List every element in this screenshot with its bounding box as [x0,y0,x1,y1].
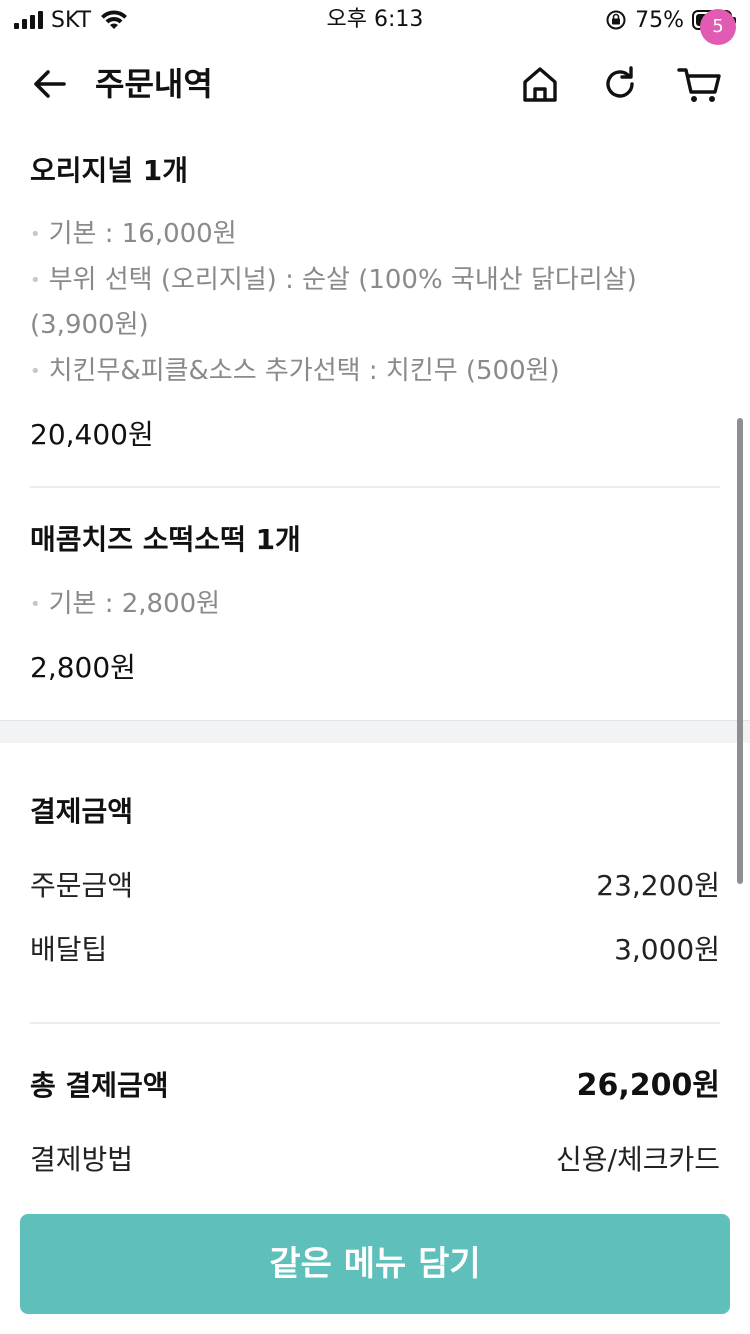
rotation-lock-icon [606,10,626,30]
page-title: 주문내역 [95,65,213,103]
summary-divider [30,1022,720,1024]
cart-count-badge: 5 [700,9,736,45]
delivery-tip-value: 3,000원 [614,933,720,966]
bottom-mask [0,1196,750,1214]
section-separator [0,720,750,743]
payment-method-value: 신용/체크카드 [556,1143,720,1176]
option-text: 부위 선택 (오리지널) : 순살 (100% 국내산 닭다리살) (3,900… [30,265,637,340]
reorder-same-menu-button[interactable]: 같은 메뉴 담기 [20,1214,730,1314]
refresh-icon[interactable] [598,62,642,106]
order-item-option: • 치킨무&피클&소스 추가선택 : 치킨무 (500원) [30,349,710,394]
item-divider [30,486,720,488]
order-item-option: • 기본 : 2,800원 [30,582,710,627]
status-bar: SKT 오후 6:13 75% [0,0,750,40]
order-item-price: 2,800원 [30,651,136,684]
option-text: 기본 : 16,000원 [48,219,237,249]
bullet-dot: • [30,269,41,291]
total-amount-value: 26,200원 [576,1068,720,1103]
scrollbar[interactable] [737,418,743,884]
order-item-option: • 기본 : 16,000원 [30,212,710,257]
payment-title: 결제금액 [30,795,134,828]
bullet-dot: • [30,223,41,245]
bullet-dot: • [30,360,41,382]
payment-method-label: 결제방법 [30,1143,134,1176]
home-icon[interactable] [518,62,562,106]
order-item-name: 매콤치즈 소떡소떡 1개 [30,523,301,556]
order-item-price: 20,400원 [30,418,154,451]
bullet-dot: • [30,593,41,615]
option-text: 기본 : 2,800원 [48,589,221,619]
delivery-tip-label: 배달팁 [30,933,108,966]
back-arrow-icon[interactable] [28,62,72,106]
nav-bar: 주문내역 [0,40,750,128]
total-amount-label: 총 결제금액 [30,1069,169,1102]
option-text: 치킨무&피클&소스 추가선택 : 치킨무 (500원) [48,356,560,386]
battery-percent: 75% [635,7,684,33]
order-item-name: 오리지널 1개 [30,154,189,187]
order-amount-label: 주문금액 [30,869,134,902]
order-item-option: • 부위 선택 (오리지널) : 순살 (100% 국내산 닭다리살) (3,90… [30,258,710,347]
cart-icon[interactable] [676,62,724,106]
order-amount-value: 23,200원 [596,869,720,902]
